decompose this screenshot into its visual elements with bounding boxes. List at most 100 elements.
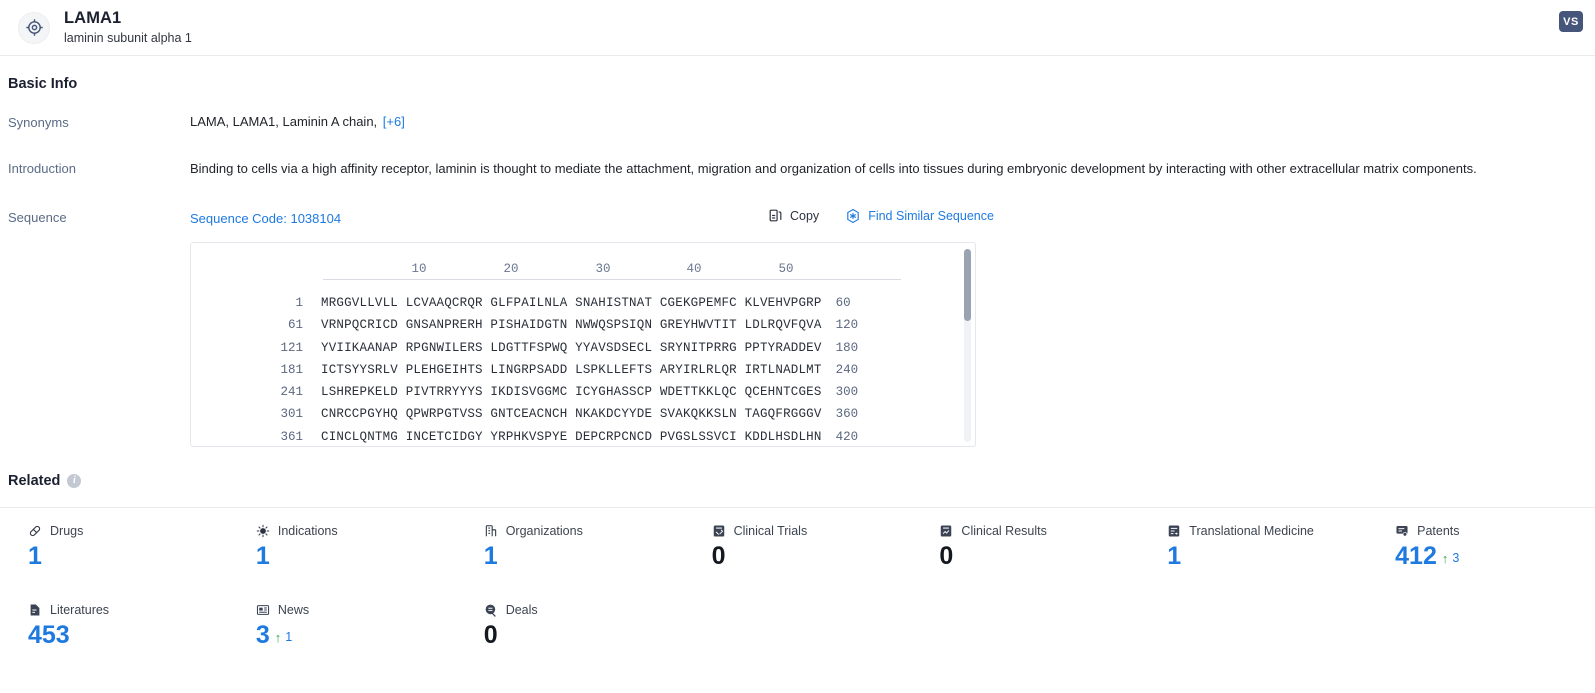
synonyms-row: Synonyms LAMA, LAMA1, Laminin A chain, […	[0, 114, 1595, 130]
ruler-tick: 40	[686, 261, 702, 276]
tile-label: Indications	[277, 523, 338, 538]
sequence-line-end: 360	[835, 407, 859, 422]
sequence-line-residues: MRGGVLLVLL LCVAAQCRQR GLFPAILNLA SNAHIST…	[321, 295, 822, 310]
sequence-line-start: 241	[280, 385, 303, 400]
sequence-line-end: 60	[835, 295, 851, 310]
clinical-result-icon	[939, 524, 953, 538]
sequence-line-residues: CINCLQNTMG INCETCIDGY YRPHKVSPYE DEPCRPC…	[321, 429, 822, 444]
tile-spacer	[1367, 603, 1595, 648]
tile-delta-value: 3	[1452, 550, 1460, 565]
sequence-line-end: 300	[835, 385, 859, 400]
tile-clinical-results[interactable]: Clinical Results 0	[911, 524, 1139, 569]
synonyms-value: LAMA, LAMA1, Laminin A chain, [+6]	[190, 114, 1595, 129]
tile-news[interactable]: News 3 ↑ 1	[228, 603, 456, 648]
arrow-up-icon: ↑	[274, 629, 282, 645]
sequence-line: 301 CNRCCPGYHQ QPWRPGTVSS GNTCEACNCH NKA…	[191, 403, 975, 425]
vs-badge[interactable]: VS	[1559, 11, 1583, 32]
tile-value: 453	[28, 620, 70, 649]
introduction-label: Introduction	[8, 161, 76, 176]
sequence-row: Sequence Sequence Code: 1038104 Copy Fin…	[0, 208, 1595, 447]
basic-info-title: Basic Info	[8, 76, 78, 92]
sequence-content: Sequence Code: 1038104 Copy Find Similar…	[190, 208, 1595, 447]
tile-label: Organizations	[505, 523, 583, 538]
page-subtitle: laminin subunit alpha 1	[64, 30, 192, 45]
find-similar-label: Find Similar Sequence	[868, 208, 994, 223]
sequence-line-start: 121	[280, 340, 303, 355]
tile-label: Literatures	[50, 602, 110, 617]
related-title: Related	[8, 472, 61, 489]
top-header-bar: LAMA1 laminin subunit alpha 1 VS	[0, 0, 1595, 56]
sequence-line: 121 YVIIKAANAP RPGNWILERS LDGTTFSPWQ YYA…	[191, 336, 975, 358]
synonyms-more-link[interactable]: [+6]	[383, 114, 405, 129]
sequence-line: 1 MRGGVLLVLL LCVAAQCRQR GLFPAILNLA SNAHI…	[191, 292, 975, 314]
sequence-ruler: 10 20 30 40 50	[323, 257, 913, 287]
ruler-tick: 50	[778, 261, 794, 276]
related-tiles-row-1: Drugs 1 Indications 1 Organizations 1 Cl…	[0, 508, 1595, 569]
synonyms-label: Synonyms	[8, 115, 69, 130]
tile-value: 0	[711, 541, 726, 570]
introduction-row: Introduction Binding to cells via a high…	[0, 160, 1595, 179]
sequence-header: Sequence Code: 1038104 Copy Find Similar…	[190, 208, 1595, 229]
sequence-line-start: 361	[280, 429, 303, 444]
tile-translational-medicine[interactable]: Translational Medicine 1	[1139, 524, 1367, 569]
title-block: LAMA1 laminin subunit alpha 1	[64, 9, 192, 47]
info-icon[interactable]: i	[67, 473, 82, 488]
tile-value: 1	[255, 541, 270, 570]
news-icon	[256, 603, 270, 617]
tile-spacer	[684, 603, 912, 648]
sequence-line: 181 ICTSYYSRLV PLEHGEIHTS LINGRPSADD LSP…	[191, 359, 975, 381]
tile-delta: ↑ 3	[1442, 552, 1459, 569]
target-icon	[18, 11, 50, 44]
related-tiles-row-2: Literatures 453 News 3 ↑ 1 Deals 0	[0, 587, 1595, 648]
tile-literatures[interactable]: Literatures 453	[0, 603, 228, 648]
tile-deals[interactable]: Deals 0	[456, 603, 684, 648]
virus-icon	[256, 524, 270, 538]
tile-delta: ↑ 1	[275, 631, 292, 648]
organization-building-icon	[484, 524, 498, 538]
tile-organizations[interactable]: Organizations 1	[456, 524, 684, 569]
sequence-line-residues: YVIIKAANAP RPGNWILERS LDGTTFSPWQ YYAVSDS…	[321, 340, 822, 355]
tile-label: Patents	[1417, 523, 1460, 538]
sequence-line: 61 VRNPQCRICD GNSANPRERH PISHAIDGTN NWWQ…	[191, 314, 975, 336]
sequence-line-residues: ICTSYYSRLV PLEHGEIHTS LINGRPSADD LSPKLLE…	[321, 362, 822, 377]
sequence-viewer-inner: 10 20 30 40 50 1 MRGGVLLVLL LCVAAQCRQR G…	[191, 243, 975, 446]
sequence-scrollbar-thumb[interactable]	[964, 248, 971, 321]
tile-clinical-trials[interactable]: Clinical Trials 0	[684, 524, 912, 569]
tile-value: 1	[1167, 541, 1182, 570]
tile-indications[interactable]: Indications 1	[228, 524, 456, 569]
sequence-line-end: 180	[835, 340, 859, 355]
sequence-line-start: 61	[287, 318, 303, 333]
tile-label: News	[277, 602, 310, 617]
copy-button[interactable]: Copy	[768, 208, 819, 223]
tile-label: Translational Medicine	[1189, 523, 1314, 538]
ruler-tick: 30	[595, 261, 611, 276]
sequence-label: Sequence	[8, 209, 67, 225]
tile-patents[interactable]: Patents 412 ↑ 3	[1367, 524, 1595, 569]
arrow-up-icon: ↑	[1441, 550, 1449, 566]
deals-icon	[484, 603, 498, 617]
sequence-line-start: 1	[295, 295, 303, 310]
tile-label: Clinical Results	[961, 523, 1047, 538]
literature-icon	[28, 603, 42, 617]
copy-label: Copy	[790, 208, 820, 223]
clinical-trial-icon	[712, 524, 726, 538]
introduction-text: Binding to cells via a high affinity rec…	[190, 161, 1477, 176]
tile-drugs[interactable]: Drugs 1	[0, 524, 228, 569]
sequence-line-end: 240	[835, 362, 859, 377]
ruler-line	[323, 278, 901, 280]
synonyms-text: LAMA, LAMA1, Laminin A chain,	[190, 114, 378, 129]
sequence-scrollbar-track[interactable]	[964, 248, 971, 442]
sequence-line: 361 CINCLQNTMG INCETCIDGY YRPHKVSPYE DEP…	[191, 426, 975, 446]
find-similar-sequence-button[interactable]: Find Similar Sequence	[845, 208, 994, 224]
patent-icon	[1395, 524, 1409, 538]
ruler-tick: 20	[503, 261, 519, 276]
sequence-viewer-panel[interactable]: 10 20 30 40 50 1 MRGGVLLVLL LCVAAQCRQR G…	[190, 241, 976, 447]
translational-medicine-icon	[1167, 524, 1181, 538]
tile-value: 1	[28, 541, 42, 570]
sequence-code[interactable]: Sequence Code: 1038104	[190, 211, 341, 226]
sequence-line-residues: CNRCCPGYHQ QPWRPGTVSS GNTCEACNCH NKAKDCY…	[321, 407, 822, 422]
sequence-line-end: 420	[835, 429, 859, 444]
sequence-line-residues: VRNPQCRICD GNSANPRERH PISHAIDGTN NWWQSPS…	[321, 318, 822, 333]
ruler-tick: 10	[411, 261, 427, 276]
sequence-line-start: 181	[280, 362, 303, 377]
